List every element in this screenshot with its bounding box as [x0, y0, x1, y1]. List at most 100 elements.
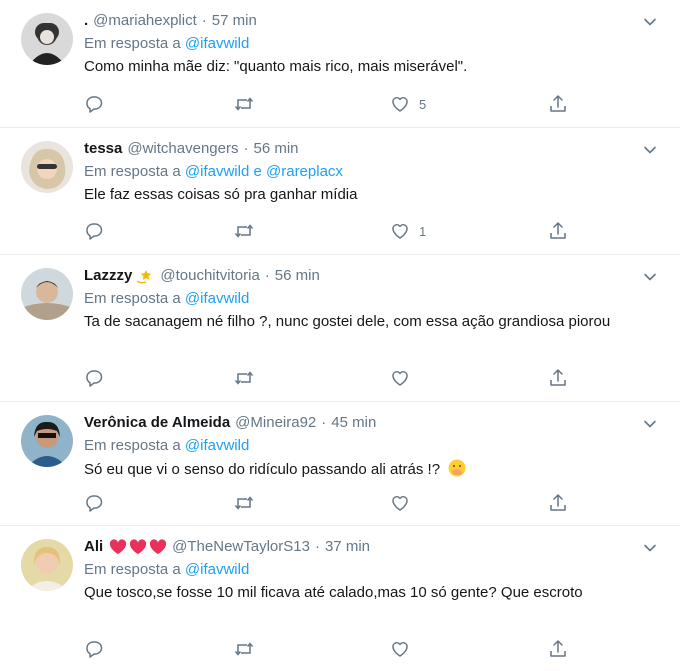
reply-button[interactable]: [84, 93, 104, 115]
reply-joiner: e: [253, 163, 262, 180]
user-handle[interactable]: @TheNewTaylorS13: [172, 536, 310, 558]
share-button[interactable]: [548, 93, 568, 115]
like-button[interactable]: [390, 638, 410, 660]
user-handle[interactable]: @Mineira92: [235, 412, 316, 434]
like-button[interactable]: [390, 492, 410, 514]
tweet[interactable]: Verônica de Almeida @Mineira92 · 45 min …: [0, 402, 680, 526]
display-name[interactable]: Ali: [84, 536, 103, 558]
reply-icon: [86, 370, 103, 387]
tweet[interactable]: Ali @TheNewTaylorS13 · 37 min Em respost…: [0, 526, 680, 671]
tweet-text: Que tosco,se fosse 10 mil ficava até cal…: [84, 584, 583, 601]
avatar[interactable]: [21, 141, 73, 193]
tweet-text-container: Só eu que vi o senso do ridículo passand…: [84, 458, 650, 481]
reply-prefix: Em resposta a: [84, 163, 181, 180]
reply-prefix: Em resposta a: [84, 290, 181, 307]
retweet-icon: [234, 97, 254, 111]
reply-button[interactable]: [84, 220, 104, 242]
reply-prefix: Em resposta a: [84, 561, 181, 578]
reply-icon: [86, 96, 103, 113]
display-name[interactable]: .: [84, 10, 88, 32]
retweet-button[interactable]: [234, 638, 254, 660]
timestamp[interactable]: 56 min: [275, 265, 320, 287]
separator-dot: ·: [201, 12, 207, 29]
user-handle[interactable]: @witchavengers: [127, 138, 238, 160]
reply-icon: [86, 495, 103, 512]
hearts-emoji: [109, 539, 167, 555]
timestamp[interactable]: 56 min: [253, 138, 298, 160]
tweet-text: Como minha mãe diz: "quanto mais rico, m…: [84, 58, 468, 75]
user-handle[interactable]: @touchitvitoria: [160, 265, 259, 287]
avatar[interactable]: [21, 13, 73, 65]
heart-emoji: [130, 539, 147, 555]
like-button[interactable]: 1: [390, 220, 426, 242]
share-button[interactable]: [548, 367, 568, 389]
share-icon: [550, 369, 566, 386]
reply-mention[interactable]: @ifavwild: [185, 561, 249, 578]
heart-icon: [392, 97, 408, 112]
tweet[interactable]: tessa @witchavengers · 56 min Em respost…: [0, 128, 680, 255]
reply-prefix: Em resposta a: [84, 35, 181, 52]
display-name[interactable]: tessa: [84, 138, 122, 160]
heart-icon: [392, 224, 408, 239]
user-handle[interactable]: @mariahexplict: [93, 10, 197, 32]
reply-button[interactable]: [84, 367, 104, 389]
dizzy-star-emoji: [136, 270, 152, 284]
share-button[interactable]: [548, 492, 568, 514]
tweet-text: Ele faz essas coisas só pra ganhar mídia: [84, 186, 358, 203]
display-name[interactable]: Verônica de Almeida: [84, 412, 230, 434]
reply-prefix: Em resposta a: [84, 437, 181, 454]
timestamp[interactable]: 57 min: [212, 10, 257, 32]
tweet-text: Só eu que vi o senso do ridículo passand…: [84, 461, 441, 478]
separator-dot: ·: [264, 267, 270, 284]
heart-icon: [392, 371, 408, 386]
timestamp[interactable]: 45 min: [331, 412, 376, 434]
reply-context: Em resposta a @ifavwild: [84, 558, 650, 582]
display-name[interactable]: Lazzzy: [84, 265, 132, 287]
chevron-down-icon[interactable]: [642, 540, 658, 556]
separator-dot: ·: [321, 414, 327, 431]
heart-icon: [392, 496, 408, 511]
like-count: 1: [419, 223, 427, 239]
reply-mention[interactable]: @ifavwild: [185, 35, 249, 52]
reply-context: Em resposta a @ifavwild: [84, 434, 650, 458]
chevron-down-icon[interactable]: [642, 416, 658, 432]
like-count: 5: [419, 96, 427, 112]
reply-button[interactable]: [84, 638, 104, 660]
like-button[interactable]: 5: [390, 93, 426, 115]
share-button[interactable]: [548, 220, 568, 242]
avatar[interactable]: [21, 415, 73, 467]
reply-icon: [86, 223, 103, 240]
reply-mention[interactable]: @rareplacx: [266, 163, 343, 180]
chevron-down-icon[interactable]: [642, 14, 658, 30]
retweet-icon: [234, 496, 254, 510]
share-icon: [550, 494, 566, 511]
reply-button[interactable]: [84, 492, 104, 514]
share-icon: [550, 640, 566, 657]
retweet-button[interactable]: [234, 93, 254, 115]
reply-context: Em resposta a @ifavwild: [84, 287, 650, 311]
chevron-down-icon[interactable]: [642, 269, 658, 285]
like-button[interactable]: [390, 367, 410, 389]
retweet-button[interactable]: [234, 367, 254, 389]
reply-timeline: . @mariahexplict · 57 min Em resposta a …: [0, 0, 680, 671]
reply-mention[interactable]: @ifavwild: [185, 163, 249, 180]
reply-mention[interactable]: @ifavwild: [185, 437, 249, 454]
share-icon: [550, 222, 566, 239]
avatar[interactable]: [21, 539, 73, 591]
retweet-icon: [234, 371, 254, 385]
reply-mention[interactable]: @ifavwild: [185, 290, 249, 307]
reply-icon: [86, 641, 103, 658]
tweet[interactable]: Lazzzy @touchitvitoria · 56 min Em respo…: [0, 255, 680, 402]
avatar[interactable]: [21, 268, 73, 320]
heart-emoji: [150, 539, 167, 555]
chevron-down-icon[interactable]: [642, 142, 658, 158]
retweet-icon: [234, 224, 254, 238]
tweet-text: Ta de sacanagem né filho ?, nunc gostei …: [84, 313, 611, 330]
share-button[interactable]: [548, 638, 568, 660]
separator-dot: ·: [243, 140, 249, 157]
tweet[interactable]: . @mariahexplict · 57 min Em resposta a …: [0, 0, 680, 128]
heart-emoji: [110, 539, 127, 555]
timestamp[interactable]: 37 min: [325, 536, 370, 558]
retweet-button[interactable]: [234, 492, 254, 514]
retweet-button[interactable]: [234, 220, 254, 242]
